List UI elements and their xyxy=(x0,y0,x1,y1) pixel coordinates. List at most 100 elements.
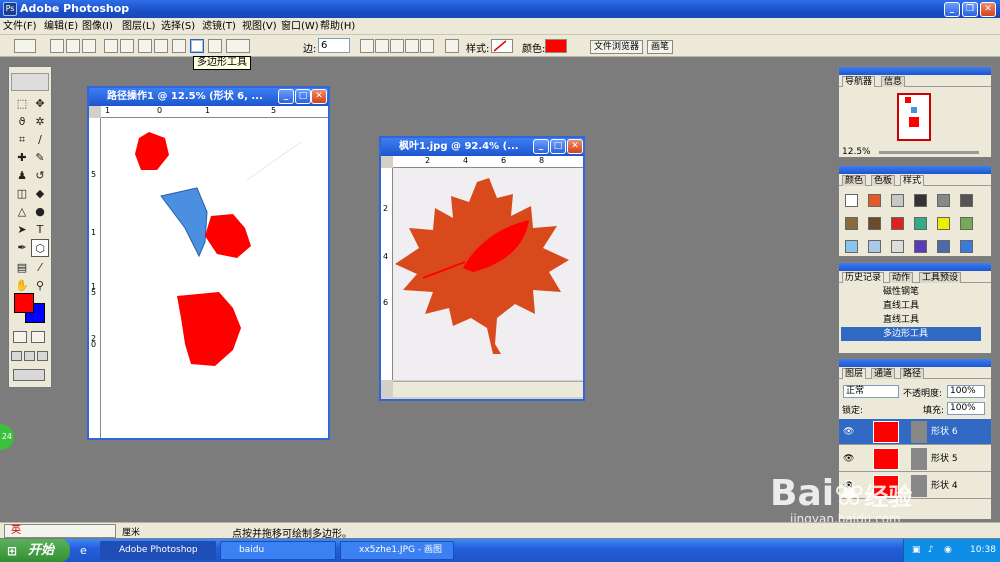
stamp-tool-icon[interactable]: ♟ xyxy=(13,167,31,185)
polygon-tool-icon[interactable]: ⬡ xyxy=(31,239,49,257)
style-swatch[interactable] xyxy=(845,240,858,253)
menu-view[interactable]: 视图(V) xyxy=(242,20,277,33)
path-select-icon[interactable]: ➤ xyxy=(13,221,31,239)
taskbar-item-paint[interactable]: xx5zhe1.JPG - 画图 xyxy=(340,541,454,560)
file-browser-tab[interactable]: 文件浏览器 xyxy=(590,40,644,54)
polygon-tool-button[interactable] xyxy=(190,39,204,53)
blur-tool-icon[interactable]: △ xyxy=(13,203,31,221)
history-panel-head[interactable] xyxy=(839,263,991,271)
tool-preset-picker[interactable] xyxy=(14,39,36,53)
line-tool-button[interactable] xyxy=(208,39,222,53)
brushes-tab[interactable]: 画笔 xyxy=(647,40,674,54)
notes-tool-icon[interactable]: ▤ xyxy=(13,259,31,277)
tray-volume-icon[interactable]: ♪ xyxy=(928,545,934,555)
restore-button[interactable]: ❐ xyxy=(962,2,978,17)
rectangle-tool-button[interactable] xyxy=(138,39,152,53)
taskbar-item-photoshop[interactable]: Adobe Photoshop xyxy=(100,541,216,560)
style-swatch[interactable] xyxy=(960,194,973,207)
history-item[interactable]: 直线工具 xyxy=(841,313,981,327)
doc1-close-button[interactable]: ✕ xyxy=(311,89,327,104)
combine-intersect-button[interactable] xyxy=(390,39,404,53)
fill-input[interactable]: 100% xyxy=(947,402,985,415)
rounded-rect-tool-button[interactable] xyxy=(154,39,168,53)
move-tool-icon[interactable]: ✥ xyxy=(31,95,49,113)
standard-mode-icon[interactable] xyxy=(13,331,27,343)
doc2-close-button[interactable]: ✕ xyxy=(567,139,583,154)
eye-icon[interactable]: 👁 xyxy=(843,419,854,445)
navigator-thumbnail[interactable] xyxy=(897,93,931,141)
doc2-canvas[interactable] xyxy=(393,168,583,380)
doc1-minimize-button[interactable]: _ xyxy=(278,89,294,104)
style-swatch[interactable] xyxy=(868,240,881,253)
type-tool-icon[interactable]: T xyxy=(31,221,49,239)
pen-tool-icon[interactable]: ✒ xyxy=(13,239,31,257)
styles-panel-head[interactable] xyxy=(839,166,991,174)
dodge-tool-icon[interactable]: ● xyxy=(31,203,49,221)
tab-history[interactable]: 历史记录 xyxy=(842,272,885,283)
doc2-minimize-button[interactable]: _ xyxy=(533,139,549,154)
eye-icon[interactable]: 👁 xyxy=(843,446,854,472)
screen-mode-standard-icon[interactable] xyxy=(11,351,22,361)
menu-image[interactable]: 图像(I) xyxy=(82,20,113,33)
magic-wand-icon[interactable]: ✲ xyxy=(31,113,49,131)
navigator-zoom-value[interactable]: 12.5% xyxy=(842,147,871,157)
healing-brush-icon[interactable]: ✚ xyxy=(13,149,31,167)
layer-row[interactable]: 👁 形状 5 xyxy=(839,446,991,472)
color-swatch[interactable] xyxy=(545,39,567,53)
tab-layers[interactable]: 图层 xyxy=(842,368,867,379)
navigator-panel-head[interactable] xyxy=(839,67,991,75)
style-swatch[interactable] xyxy=(914,240,927,253)
tray-clock[interactable]: 10:38 xyxy=(970,545,996,555)
layer-row[interactable]: 👁 形状 6 xyxy=(839,419,991,445)
style-none-swatch[interactable] xyxy=(845,194,858,207)
combine-exclude-button[interactable] xyxy=(405,39,419,53)
doc2-maximize-button[interactable]: □ xyxy=(550,139,566,154)
quick-mask-icon[interactable] xyxy=(31,331,45,343)
style-swatch[interactable] xyxy=(845,217,858,230)
style-swatch[interactable] xyxy=(937,194,950,207)
toolbox-header-logo[interactable] xyxy=(11,73,49,91)
tab-channels[interactable]: 通道 xyxy=(871,368,896,379)
menu-help[interactable]: 帮助(H) xyxy=(320,20,355,33)
freeform-pen-button[interactable] xyxy=(120,39,134,53)
eyedropper-tool-icon[interactable]: ⁄ xyxy=(31,259,49,277)
eraser-tool-icon[interactable]: ◫ xyxy=(13,185,31,203)
history-item-selected[interactable]: 多边形工具 xyxy=(841,327,981,341)
style-swatch[interactable] xyxy=(937,240,950,253)
history-item[interactable]: 磁性钢笔 xyxy=(841,285,981,299)
combine-new-button[interactable] xyxy=(420,39,434,53)
tab-navigator[interactable]: 导航器 xyxy=(842,76,876,87)
custom-shape-tool-button[interactable] xyxy=(226,39,250,53)
marquee-tool-icon[interactable]: ⬚ xyxy=(13,95,31,113)
ellipse-tool-button[interactable] xyxy=(172,39,186,53)
foreground-color-swatch[interactable] xyxy=(14,293,34,313)
style-swatch[interactable] xyxy=(937,217,950,230)
close-button[interactable]: ✕ xyxy=(980,2,996,17)
link-layer-button[interactable] xyxy=(445,39,459,53)
lasso-tool-icon[interactable]: ϑ xyxy=(13,113,31,131)
combine-subtract-button[interactable] xyxy=(375,39,389,53)
combine-add-button[interactable] xyxy=(360,39,374,53)
sides-input[interactable]: 6 xyxy=(318,38,350,53)
tab-actions[interactable]: 动作 xyxy=(889,272,914,283)
start-button[interactable]: ⊞ 开始 xyxy=(0,539,70,562)
doc2-horizontal-scrollbar[interactable] xyxy=(393,381,583,397)
tray-security-icon[interactable]: ◉ xyxy=(944,545,952,555)
style-swatch[interactable] xyxy=(891,217,904,230)
history-brush-icon[interactable]: ↺ xyxy=(31,167,49,185)
ime-language[interactable]: 英 xyxy=(11,525,21,536)
doc1-maximize-button[interactable]: □ xyxy=(295,89,311,104)
jump-to-imageready-icon[interactable] xyxy=(13,369,45,381)
tab-color[interactable]: 颜色 xyxy=(842,175,867,186)
quicklaunch-ie-icon[interactable]: e xyxy=(80,544,94,558)
tab-tool-presets[interactable]: 工具预设 xyxy=(919,272,962,283)
opacity-input[interactable]: 100% xyxy=(947,385,985,398)
tab-swatches[interactable]: 色板 xyxy=(871,175,896,186)
crop-tool-icon[interactable]: ⌗ xyxy=(13,131,31,149)
shape-layers-button[interactable] xyxy=(50,39,64,53)
taskbar-item-baidu[interactable]: baidu xyxy=(220,541,336,560)
tab-styles[interactable]: 样式 xyxy=(900,175,925,186)
menu-file[interactable]: 文件(F) xyxy=(3,20,37,33)
menu-edit[interactable]: 编辑(E) xyxy=(44,20,78,33)
style-swatch[interactable] xyxy=(891,194,904,207)
